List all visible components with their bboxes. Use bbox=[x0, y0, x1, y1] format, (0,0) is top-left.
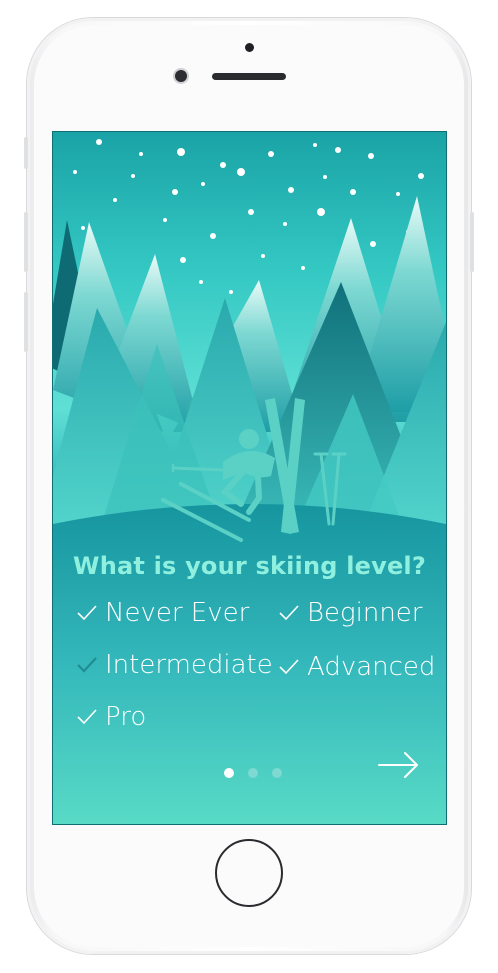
sensor-icon bbox=[245, 43, 254, 52]
option-label: Beginner bbox=[307, 598, 423, 628]
checkmark-icon bbox=[77, 605, 97, 621]
option-label: Pro bbox=[105, 702, 147, 732]
option-label: Advanced bbox=[307, 652, 436, 682]
checkmark-selected-icon bbox=[77, 657, 97, 673]
front-camera-icon bbox=[175, 70, 187, 82]
home-button[interactable] bbox=[215, 839, 283, 907]
side-button bbox=[24, 137, 28, 169]
app-screen: What is your skiing level? Never Ever Be… bbox=[53, 132, 446, 824]
earpiece-speaker bbox=[212, 73, 286, 80]
checkmark-icon bbox=[279, 659, 299, 675]
power-button bbox=[470, 212, 474, 272]
option-label: Never Ever bbox=[105, 598, 250, 628]
option-never-ever[interactable]: Never Ever bbox=[75, 598, 249, 628]
arrow-right-icon[interactable] bbox=[377, 750, 421, 780]
page-dot bbox=[248, 768, 258, 778]
option-pro[interactable]: Pro bbox=[75, 702, 146, 732]
question-title: What is your skiing level? bbox=[73, 552, 426, 580]
page-dot-active bbox=[224, 768, 234, 778]
option-advanced[interactable]: Advanced bbox=[277, 652, 435, 682]
volume-up-button bbox=[24, 212, 28, 272]
checkmark-icon bbox=[77, 709, 97, 725]
option-label: Intermediate bbox=[105, 650, 273, 680]
checkmark-icon bbox=[279, 605, 299, 621]
volume-down-button bbox=[24, 292, 28, 352]
option-beginner[interactable]: Beginner bbox=[277, 598, 423, 628]
page-dot bbox=[272, 768, 282, 778]
option-intermediate[interactable]: Intermediate bbox=[75, 650, 273, 680]
snowflakes bbox=[73, 139, 424, 294]
